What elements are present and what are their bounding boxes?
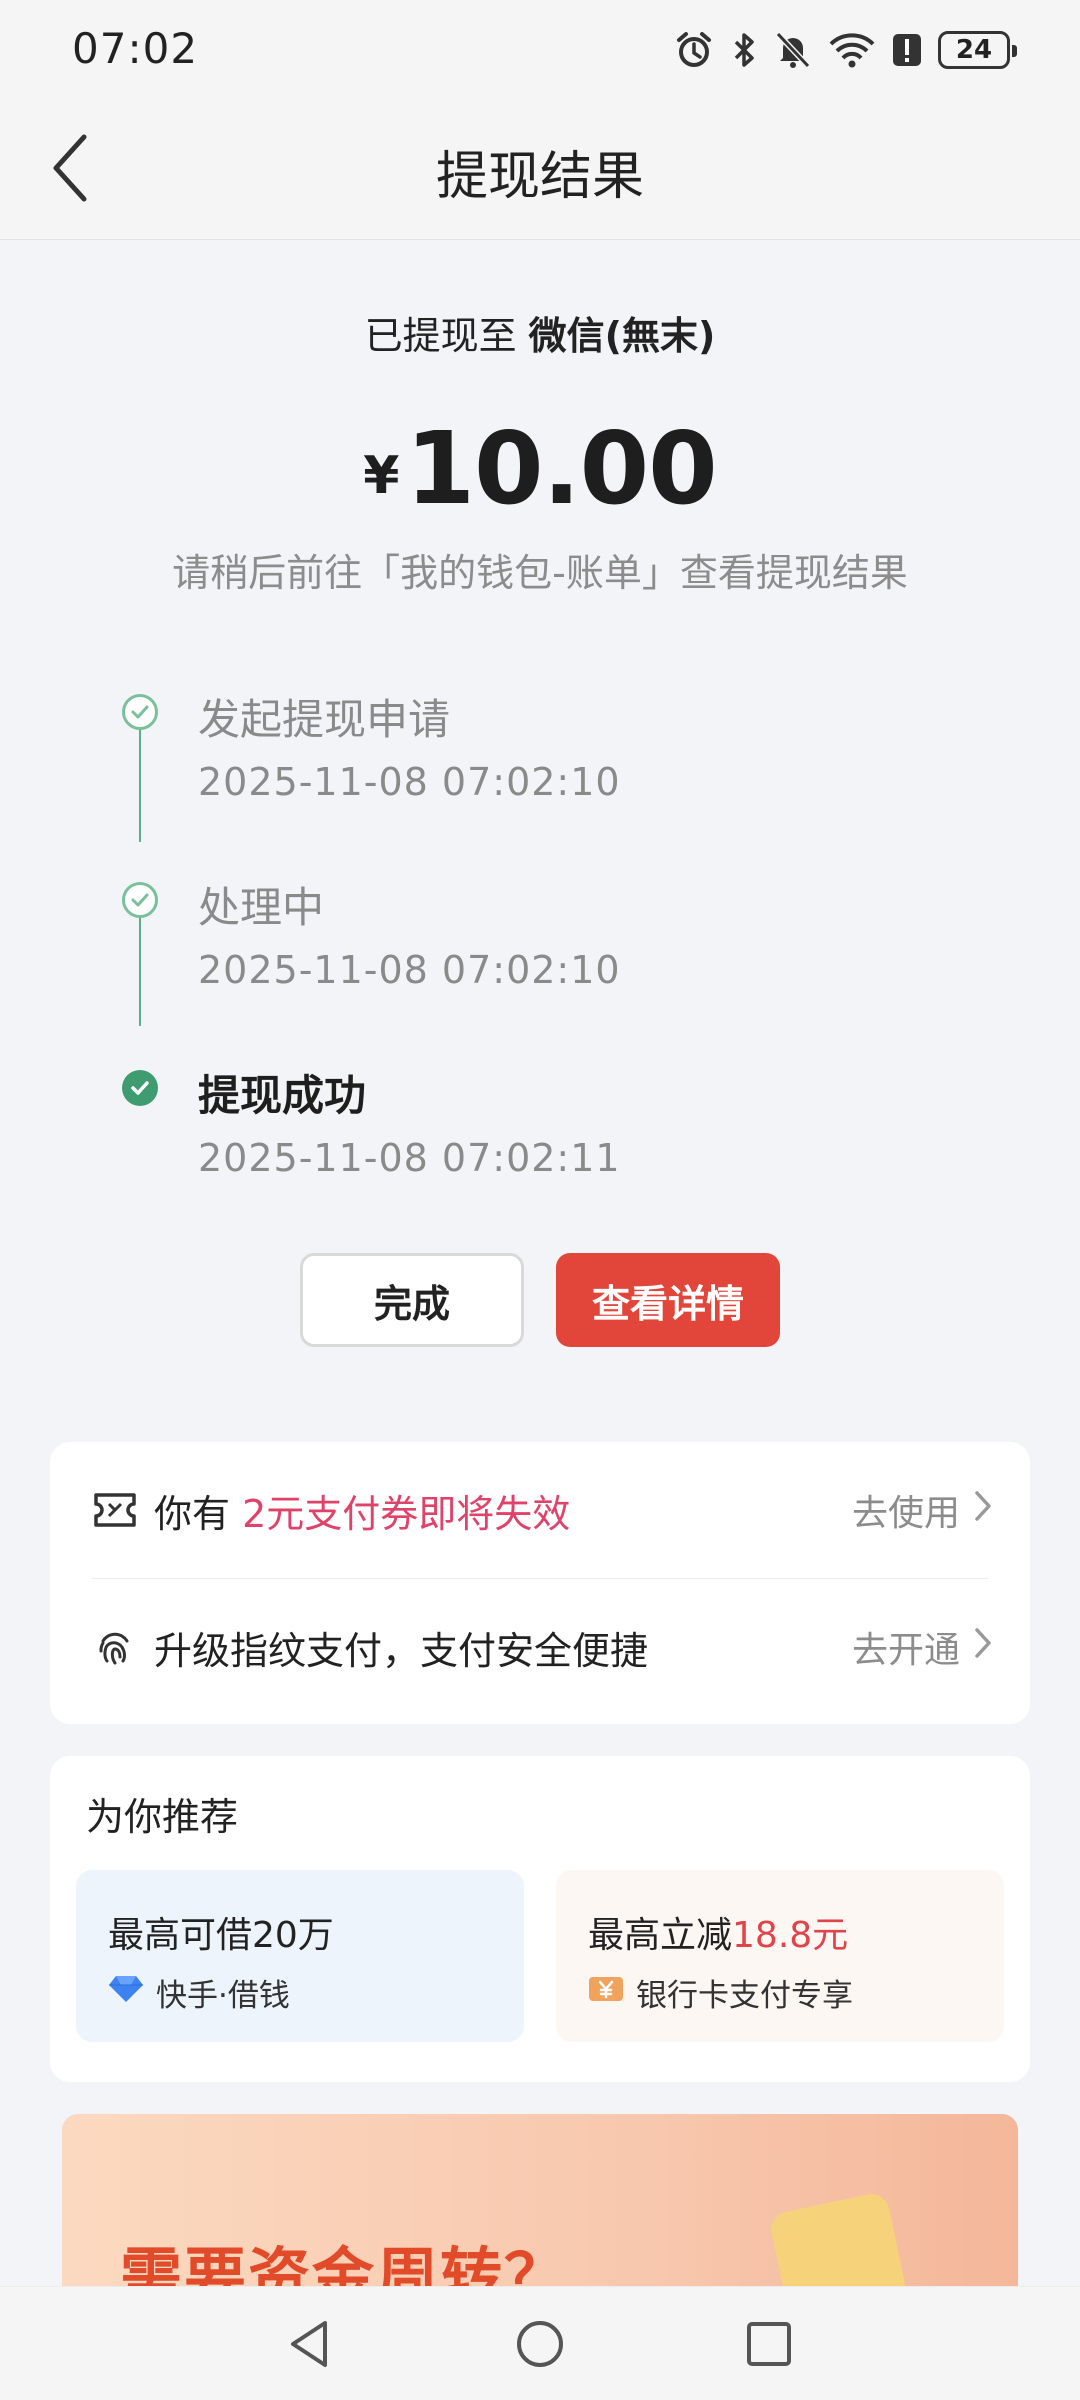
nav-back-button[interactable]: [274, 2311, 344, 2381]
loan-offer-sub: 快手·借钱: [108, 1970, 290, 2015]
check-circle-icon: [122, 882, 158, 918]
coupon-highlight: 2元支付券即将失效: [242, 1491, 571, 1536]
banner-title: 需要资金周转？: [120, 2240, 569, 2294]
alert-icon: [892, 30, 922, 70]
enable-fingerprint-label: 去开通: [851, 1630, 960, 1671]
diamond-icon: [108, 1974, 144, 2012]
banner-wallet-illustration: [767, 2190, 909, 2294]
promo-card: 你有 2元支付券即将失效 去使用 升级指纹支付，支付安全便捷 去开通: [50, 1442, 1030, 1724]
bell-muted-icon: [774, 30, 812, 70]
battery-level: 24: [955, 35, 993, 65]
circle-home-icon: [515, 2319, 565, 2373]
square-recents-icon: [746, 2321, 792, 2371]
success-check-icon: [122, 1070, 158, 1106]
timeline-step-time: 2025-11-08 07:02:10: [198, 760, 621, 804]
discount-offer-sub: 银行卡支付专享: [588, 1970, 853, 2015]
withdraw-prefix: 已提现至: [364, 314, 517, 358]
use-coupon-link[interactable]: 去使用: [852, 1484, 992, 1536]
chevron-right-icon: [974, 1627, 992, 1668]
timeline-step-time: 2025-11-08 07:02:11: [198, 1136, 621, 1180]
currency-symbol: ¥: [363, 446, 400, 506]
withdraw-destination: 已提现至 微信(無末): [0, 305, 1080, 360]
discount-offer-amount: 18.8元: [732, 1915, 849, 1956]
result-hint: 请稍后前往「我的钱包-账单」查看提现结果: [172, 551, 908, 595]
fingerprint-text: 升级指纹支付，支付安全便捷: [154, 1628, 649, 1673]
discount-offer-label: 银行卡支付专享: [636, 1978, 853, 2014]
timeline-step-time: 2025-11-08 07:02:10: [198, 948, 621, 992]
withdraw-timeline: 发起提现申请 2025-11-08 07:02:10 处理中 2025-11-0…: [0, 660, 1080, 1200]
discount-offer-main: 最高立减: [588, 1915, 733, 1956]
enable-fingerprint-link[interactable]: 去开通: [852, 1621, 992, 1673]
ticket-icon: [92, 1487, 138, 1533]
promo-banner[interactable]: 需要资金周转？: [62, 2114, 1018, 2294]
status-bar: 07:02 24: [0, 0, 1080, 100]
timeline-connector: [139, 714, 141, 842]
status-time: 07:02: [72, 24, 199, 73]
check-circle-icon: [122, 694, 158, 730]
battery-icon: 24: [938, 31, 1017, 69]
fingerprint-row[interactable]: 升级指纹支付，支付安全便捷 去开通: [50, 1579, 1030, 1715]
chevron-right-icon: [974, 1490, 992, 1531]
loan-offer-main: 最高可借20万: [108, 1915, 334, 1956]
withdraw-amount: ¥10.00: [0, 410, 1080, 527]
status-icons: 24: [674, 26, 1017, 74]
nav-home-button[interactable]: [505, 2311, 575, 2381]
timeline-connector: [139, 902, 141, 1026]
alarm-icon: [674, 30, 714, 70]
discount-offer-tile[interactable]: 最高立减18.8元 银行卡支付专享: [556, 1870, 1004, 2042]
done-button[interactable]: 完成: [300, 1253, 524, 1347]
timeline-step-title: 提现成功: [198, 1071, 367, 1120]
wifi-icon: [828, 30, 876, 70]
recommend-card: 为你推荐 最高可借20万 快手·借钱 最高立减18.8元 银行卡支付专享: [50, 1756, 1030, 2082]
coupon-prefix: 你有: [154, 1491, 243, 1536]
loan-offer-title: 最高可借20万: [108, 1906, 334, 1958]
amount-value: 10.00: [405, 410, 717, 527]
nav-recents-button[interactable]: [734, 2311, 804, 2381]
header: 提现结果: [0, 100, 1080, 240]
withdraw-account: 微信(無末): [528, 314, 716, 358]
coupon-row[interactable]: 你有 2元支付券即将失效 去使用: [50, 1442, 1030, 1578]
discount-offer-title: 最高立减18.8元: [588, 1906, 848, 1958]
yen-card-icon: [588, 1974, 624, 2012]
system-nav-bar: [0, 2286, 1080, 2400]
fingerprint-icon: [92, 1624, 138, 1670]
use-coupon-label: 去使用: [851, 1493, 960, 1534]
timeline-step-title: 发起提现申请: [198, 695, 451, 744]
loan-offer-label: 快手·借钱: [156, 1978, 290, 2014]
loan-offer-tile[interactable]: 最高可借20万 快手·借钱: [76, 1870, 524, 2042]
page-title: 提现结果: [435, 147, 644, 207]
bluetooth-icon: [730, 30, 758, 70]
timeline-step-title: 处理中: [198, 883, 325, 932]
triangle-back-icon: [287, 2319, 331, 2373]
recommend-title: 为你推荐: [86, 1795, 239, 1839]
coupon-text: 你有 2元支付券即将失效: [154, 1483, 570, 1538]
view-details-button[interactable]: 查看详情: [556, 1253, 780, 1347]
